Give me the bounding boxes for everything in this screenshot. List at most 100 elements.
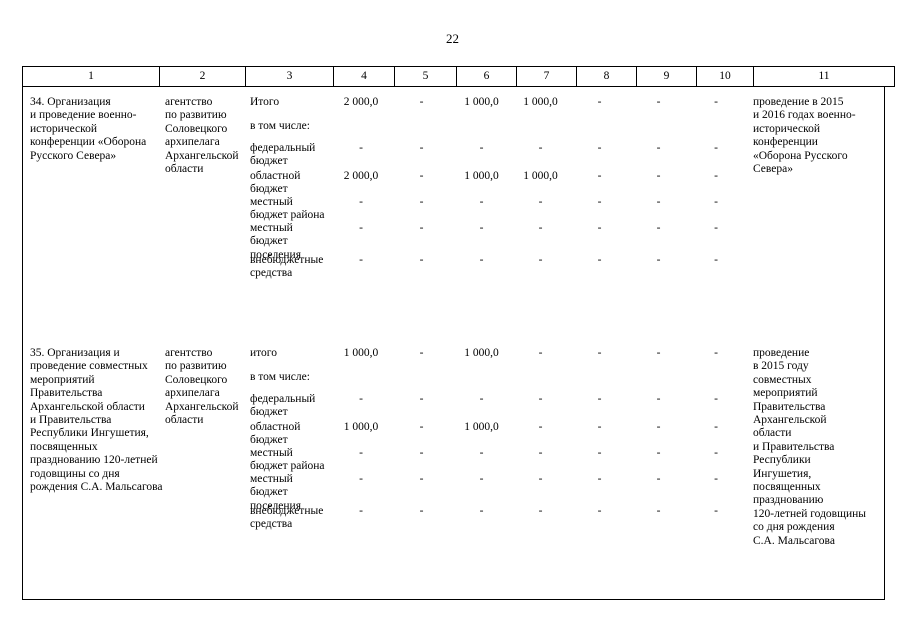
budget-amount-cell: - xyxy=(359,222,363,234)
budget-amount-cell: - xyxy=(419,421,424,433)
budget-amount-cell: - xyxy=(538,473,543,485)
activity-description: 34. Организация и проведение военно-истор… xyxy=(30,96,156,163)
budget-source-label-line: федеральный xyxy=(250,393,316,405)
budget-amount-cell: - xyxy=(419,393,424,405)
executor-agency-line: области xyxy=(165,163,204,176)
budget-source-label-line: бюджет xyxy=(250,183,288,196)
activity-description-line: Правительства xyxy=(30,387,103,400)
budget-amount-cell: - xyxy=(714,196,718,208)
col-num-6: 6 xyxy=(456,66,517,87)
budget-amount-cell: 1 000,0 xyxy=(464,96,499,108)
executor-agency-line: области xyxy=(165,414,204,427)
executor-agency: агентство по развитию Соловецкого архипелаг… xyxy=(165,347,242,427)
executor-agency-line: Соловецкого xyxy=(165,373,228,386)
budget-source-label-line: бюджет xyxy=(250,434,288,447)
activity-description: 35. Организация и проведение совместных ме… xyxy=(30,347,163,494)
expected-result-line: С.А. Мальсагова xyxy=(753,534,835,547)
budget-source-label: итого xyxy=(250,347,329,360)
budget-amount-cell: - xyxy=(597,447,602,459)
executor-agency-line: Соловецкого xyxy=(165,122,228,135)
budget-amount-cell: - xyxy=(597,505,602,517)
budget-amount-cell: - xyxy=(419,96,424,108)
budget-amount-cell: - xyxy=(359,447,363,459)
table-row: 34. Организация и проведение военно-истор… xyxy=(23,87,884,338)
budget-amount-cell: - xyxy=(538,421,543,433)
page-number: 22 xyxy=(446,31,459,46)
budget-amount-cell: - xyxy=(419,196,424,208)
budget-amount-cell: - xyxy=(656,393,661,405)
activity-description-line: конференции «Оборона xyxy=(30,136,147,149)
budget-source-label: в том числе: xyxy=(250,120,329,133)
budget-amount-cell: - xyxy=(419,142,424,154)
budget-amount-cell: 1 000,0 xyxy=(523,170,558,182)
column-number-header: 1 2 3 4 5 6 7 8 9 10 11 xyxy=(22,66,895,87)
budget-amount-cell: - xyxy=(419,222,424,234)
budget-source-label: местный бюджет района xyxy=(250,196,329,223)
budget-amount-cell: - xyxy=(656,347,661,359)
expected-result-line: исторической xyxy=(753,122,820,135)
col-num-8: 8 xyxy=(576,66,637,87)
col-num-1: 1 xyxy=(22,66,160,87)
budget-amount-cell: - xyxy=(656,222,661,234)
budget-amount-cell: 1 000,0 xyxy=(523,96,558,108)
expected-result-line: 120-летней годовщины xyxy=(753,507,867,520)
budget-amount-cell: - xyxy=(359,142,363,154)
budget-source-label: внебюджетные средства xyxy=(250,505,329,532)
budget-amount-cell: 1 000,0 xyxy=(464,170,499,182)
budget-amount-cell: - xyxy=(714,222,718,234)
table-row: 1 2 3 4 5 6 7 8 9 10 11 xyxy=(22,66,895,87)
activity-description-line: 35. Организация и xyxy=(30,347,120,359)
budget-amount-cell: - xyxy=(597,393,602,405)
budget-amount-cell: - xyxy=(597,196,602,208)
executor-agency-line: по развитию xyxy=(165,360,227,373)
budget-amount-cell: - xyxy=(538,505,543,517)
col-num-11: 11 xyxy=(753,66,895,87)
budget-source-label: федеральный бюджет xyxy=(250,142,329,169)
expected-result-line: Ингушетия, xyxy=(753,467,812,480)
budget-amount-cell: - xyxy=(656,505,661,517)
budget-amount-cell: - xyxy=(479,473,484,485)
activity-description-line: 34. Организация xyxy=(30,96,111,108)
budget-amount-cell: - xyxy=(359,473,363,485)
budget-amount-cell: - xyxy=(714,505,718,517)
budget-amount-cell: - xyxy=(419,505,424,517)
budget-amount-cell: - xyxy=(656,473,661,485)
budget-amount-cell: 1 000,0 xyxy=(343,347,379,359)
budget-amount-cell: - xyxy=(359,505,363,517)
budget-amount-cell: - xyxy=(479,254,484,266)
budget-amount-cell: - xyxy=(359,254,363,266)
budget-amount-cell: - xyxy=(479,222,484,234)
activity-description-line: и проведение военно- xyxy=(30,109,137,122)
col-num-7: 7 xyxy=(516,66,577,87)
budget-amount-cell: - xyxy=(597,170,602,182)
budget-source-label: в том числе: xyxy=(250,371,329,384)
activity-description-line: мероприятий xyxy=(30,373,95,386)
col-num-4: 4 xyxy=(333,66,395,87)
expected-result-line: Севера» xyxy=(753,163,793,176)
budget-amount-cell: - xyxy=(656,170,661,182)
budget-amount-cell: - xyxy=(714,347,718,359)
budget-amount-cell: - xyxy=(479,196,484,208)
expected-result-line: и Правительства xyxy=(753,440,835,453)
activity-description-line: проведение совместных xyxy=(30,360,148,373)
budget-source-label-line: в том числе: xyxy=(250,371,310,383)
expected-result-line: «Оборона Русского xyxy=(753,149,848,162)
budget-amount-cell: - xyxy=(597,254,602,266)
activity-description-line: посвященных xyxy=(30,440,98,453)
budget-amount-cell: - xyxy=(714,170,718,182)
expected-result-line: и 2016 годах военно- xyxy=(753,109,856,122)
activity-description-line: рождения С.А. Мальсагова xyxy=(30,481,163,494)
expected-result-line: области xyxy=(753,427,792,440)
budget-amount-cell: - xyxy=(538,254,543,266)
budget-amount-cell: - xyxy=(656,254,661,266)
budget-amount-cell: - xyxy=(419,473,424,485)
expected-result: проведение в 2015 году совместных мероприят… xyxy=(753,347,881,548)
budget-source-label-line: бюджет района xyxy=(250,460,325,473)
budget-amount-cell: - xyxy=(538,222,543,234)
expected-result-line: Республики xyxy=(753,454,811,467)
budget-amount-cell: - xyxy=(479,505,484,517)
budget-source-label-line: средства xyxy=(250,267,293,280)
budget-source-label: местный бюджет района xyxy=(250,447,329,474)
budget-amount-cell: - xyxy=(538,196,543,208)
budget-amount-cell: - xyxy=(714,421,718,433)
